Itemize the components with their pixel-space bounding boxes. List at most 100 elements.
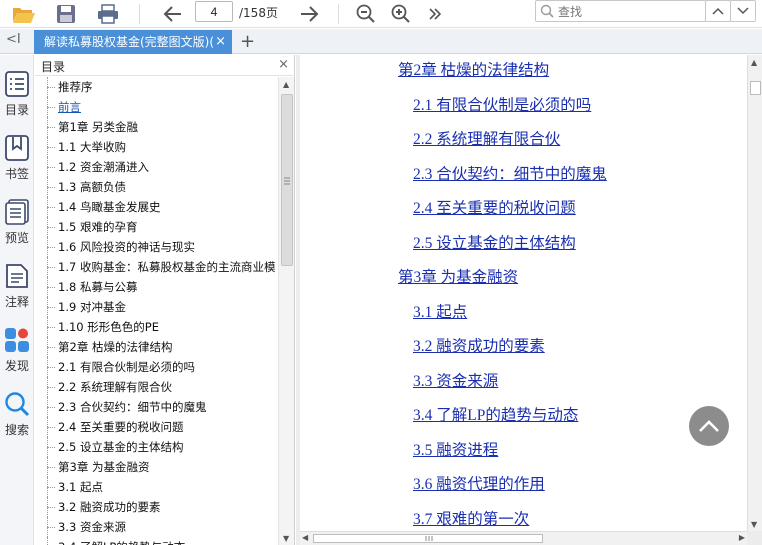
scroll-down-arrow-icon[interactable]: ▼ [751,520,757,529]
scroll-up-arrow-icon[interactable]: ▲ [751,58,757,67]
tab-bar: <I 解读私募股权基金(完整图文版)( × + [0,29,762,54]
search-box[interactable] [535,0,706,22]
toc-section-link[interactable]: 2.4 至关重要的税收问题 [413,196,576,218]
toc-section-link[interactable]: 2.3 合伙契约：细节中的魔鬼 [413,162,607,184]
toc-section-link[interactable]: 3.4 了解LP的趋势与动态 [413,403,578,425]
outline-item[interactable]: 第3章 为基金融资 [35,457,277,477]
search-input[interactable] [558,3,698,20]
rail-label: 目录 [4,103,29,117]
scroll-down-arrow-icon[interactable]: ▼ [283,534,289,543]
outline-item[interactable]: 前言 [35,97,277,117]
toc-chapter-link[interactable]: 第2章 枯燥的法律结构 [398,58,549,80]
zoom-out-icon[interactable] [354,2,378,26]
chevron-up-icon [712,7,724,15]
chevron-down-icon [737,7,749,15]
rail-item-toc[interactable]: 目录 [0,71,34,118]
outline-item[interactable]: 3.3 资金来源 [35,517,277,537]
tab-document[interactable]: 解读私募股权基金(完整图文版)( × [34,30,232,54]
scrollbar-thumb[interactable] [313,534,543,543]
outline-header: 目录 × [35,55,295,76]
outline-item[interactable]: 1.2 资金潮涌进入 [35,157,277,177]
toc-section-link[interactable]: 2.1 有限合伙制是必须的吗 [413,93,591,115]
outline-item[interactable]: 3.1 起点 [35,477,277,497]
toolbar: /158页 [0,0,762,28]
rail-label: 预览 [4,231,29,245]
outline-item[interactable]: 3.2 融资成功的要素 [35,497,277,517]
toc-section-link[interactable]: 3.7 艰难的第一次 [413,507,529,529]
save-icon[interactable] [54,2,78,26]
outline-item[interactable]: 2.3 合伙契约：细节中的魔鬼 [35,397,277,417]
scroll-right-arrow-icon[interactable]: ▶ [739,533,745,542]
document-page: 3.7 艰难的第一次 3.6 融资代理的作用 3.5 融资进程 3.4 了解LP的趋势… [300,55,747,531]
outline-item[interactable]: 1.6 风险投资的神话与现实 [35,237,277,257]
new-tab-button[interactable]: + [240,31,255,52]
toc-section-link[interactable]: 3.2 融资成功的要素 [413,334,545,356]
document-vertical-scrollbar[interactable]: ▲ ▼ [747,55,762,531]
search-next-button[interactable] [730,0,756,22]
outline-item[interactable]: 1.3 高额负债 [35,177,277,197]
outline-panel: 目录 × 推荐序 前言 第1章 另类金融 1.1 大举收购 1.2 资金潮涌进入 1.3 … [35,55,295,545]
search-icon [5,392,30,417]
page-number-input[interactable] [195,1,233,22]
scroll-to-top-button[interactable] [689,406,729,446]
scroll-left-arrow-icon[interactable]: ◀ [302,533,308,542]
outline-item[interactable]: 1.10 形形色色的PE [35,317,277,337]
rail-label: 发现 [4,359,29,373]
scrollbar-thumb[interactable] [750,81,761,95]
outline-item[interactable]: 3.4 了解LP的趋势与动态 [35,537,277,545]
rail-item-annotation[interactable]: 注释 [0,263,34,310]
rail-item-discover[interactable]: 发现 [0,327,34,374]
outline-item[interactable]: 1.4 鸟瞰基金发展史 [35,197,277,217]
outline-item[interactable]: 1.5 艰难的孕育 [35,217,277,237]
arrow-left-icon[interactable] [161,2,185,26]
rail-item-bookmark[interactable]: 书签 [0,135,34,182]
scroll-up-arrow-icon[interactable]: ▲ [283,80,289,89]
toc-section-link[interactable]: 2.5 设立基金的主体结构 [413,231,576,253]
collapse-sidebar-button[interactable]: <I [6,32,21,47]
scrollbar-thumb[interactable] [281,94,293,266]
outline-item[interactable]: 1.1 大举收购 [35,137,277,157]
double-chevron-right-icon[interactable] [423,2,447,26]
toc-icon [5,71,29,97]
outline-item[interactable]: 1.9 对冲基金 [35,297,277,317]
bookmark-icon [5,135,29,161]
search-prev-button[interactable] [705,0,731,22]
zoom-in-icon[interactable] [389,2,413,26]
close-icon[interactable]: × [215,30,226,54]
outline-list: 推荐序 前言 第1章 另类金融 1.1 大举收购 1.2 资金潮涌进入 1.3 高额负债 1… [35,77,277,545]
outline-scrollbar[interactable]: ▲ ▼ [278,77,294,545]
rail-item-search[interactable]: 搜索 [0,391,34,438]
print-icon[interactable] [96,2,120,26]
sidebar-rail: 目录 书签 预览 注释 发现 搜索 [0,55,34,545]
toc-section-link[interactable]: 3.5 融资进程 [413,438,498,460]
grip-icon [284,177,290,185]
toc-chapter-link[interactable]: 第3章 为基金融资 [398,265,518,287]
outline-item[interactable]: 第2章 枯燥的法律结构 [35,337,277,357]
rail-item-preview[interactable]: 预览 [0,199,34,246]
toc-section-link[interactable]: 2.2 系统理解有限合伙 [413,127,560,149]
rail-label: 书签 [4,167,29,181]
arrow-right-icon[interactable] [297,2,321,26]
outline-item[interactable]: 2.5 设立基金的主体结构 [35,437,277,457]
outline-item[interactable]: 2.2 系统理解有限合伙 [35,377,277,397]
chevron-up-icon [699,420,719,432]
outline-title: 目录 [41,60,66,74]
outline-item[interactable]: 1.8 私募与公募 [35,277,277,297]
grip-icon [425,536,433,541]
rail-label: 注释 [4,295,29,309]
outline-item[interactable]: 2.1 有限合伙制是必须的吗 [35,357,277,377]
folder-open-icon[interactable] [12,2,36,26]
toc-section-link[interactable]: 3.1 起点 [413,300,467,322]
annotation-icon [6,264,28,288]
search-icon [540,4,554,21]
toc-section-link[interactable]: 3.3 资金来源 [413,369,498,391]
toc-section-link[interactable]: 3.6 融资代理的作用 [413,472,545,494]
outline-item[interactable]: 2.4 至关重要的税收问题 [35,417,277,437]
tab-label: 解读私募股权基金(完整图文版)( [44,35,215,49]
document-horizontal-scrollbar[interactable]: ◀ ▶ [300,531,747,545]
thumbnails-icon [5,199,29,225]
close-icon[interactable]: × [278,57,289,72]
outline-item[interactable]: 第1章 另类金融 [35,117,277,137]
outline-item[interactable]: 1.7 收购基金：私募股权基金的主流商业模 [35,257,277,277]
outline-item[interactable]: 推荐序 [35,77,277,97]
